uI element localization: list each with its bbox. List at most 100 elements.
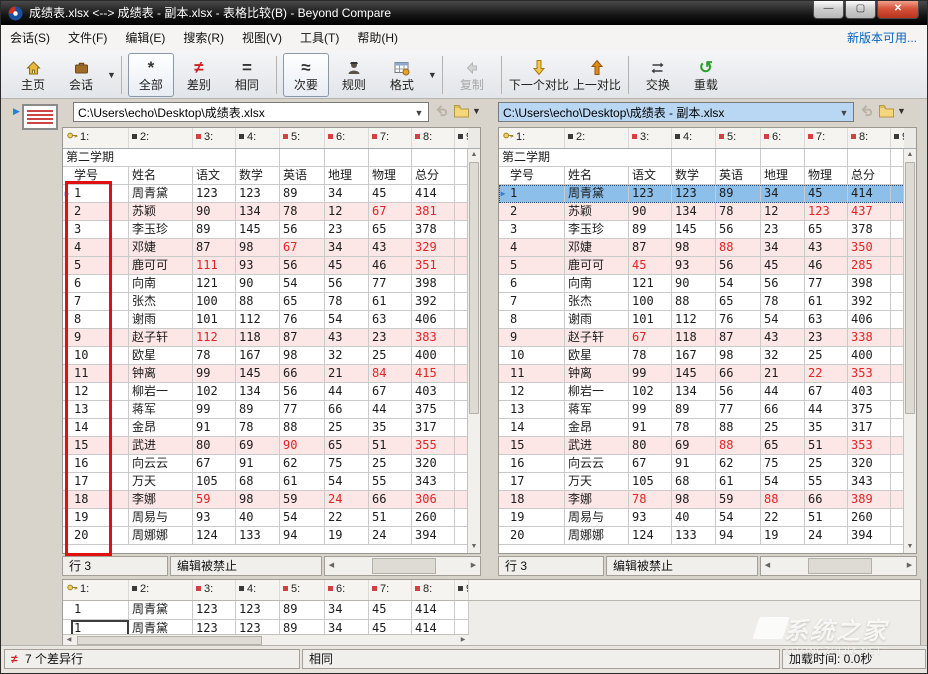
column-header-8[interactable]: 8:: [412, 580, 455, 600]
grid-cell[interactable]: 赵子轩: [565, 329, 629, 347]
scroll-left-icon[interactable]: ◀: [761, 557, 774, 575]
grid-cell[interactable]: 苏颖: [129, 203, 193, 221]
grid-cell[interactable]: 90: [629, 203, 672, 221]
grid-cell[interactable]: 94: [280, 527, 325, 545]
table-row[interactable]: 2苏颖90134781267381: [63, 203, 469, 221]
table-row[interactable]: 12柳岩一102134564467403: [499, 383, 905, 401]
grid-cell[interactable]: 54: [716, 275, 761, 293]
grid-cell[interactable]: 56: [716, 383, 761, 401]
grid-cell[interactable]: 40: [236, 509, 280, 527]
grid-cell[interactable]: 329: [412, 239, 455, 257]
grid-cell[interactable]: 谢雨: [129, 311, 193, 329]
grid-cell[interactable]: 34: [325, 601, 369, 620]
grid-cell[interactable]: 75: [761, 455, 805, 473]
grid-cell[interactable]: 65: [280, 293, 325, 311]
grid-cell[interactable]: 69: [672, 437, 716, 455]
grid-cell[interactable]: 118: [236, 329, 280, 347]
grid-cell[interactable]: 鹿可可: [129, 257, 193, 275]
grid-cell[interactable]: 121: [629, 275, 672, 293]
grid-cell[interactable]: 167: [236, 347, 280, 365]
grid-cell[interactable]: 金昂: [565, 419, 629, 437]
grid-cell[interactable]: 65: [325, 437, 369, 455]
menu-item-5[interactable]: 工具(T): [291, 25, 348, 51]
left-path-combo[interactable]: C:\Users\echo\Desktop\成绩表.xlsx ▼: [73, 102, 429, 122]
grid-cell[interactable]: 61: [369, 293, 412, 311]
grid-cell[interactable]: 78: [716, 203, 761, 221]
scroll-down-icon[interactable]: ▼: [904, 541, 916, 553]
grid-cell[interactable]: 钟离: [129, 365, 193, 383]
grid-cell[interactable]: 赵子轩: [129, 329, 193, 347]
table-row[interactable]: 14金昂9178882535317: [63, 419, 469, 437]
grid-cell[interactable]: 周娜娜: [129, 527, 193, 545]
grid-cell[interactable]: 87: [193, 239, 236, 257]
chevron-down-icon[interactable]: ▼: [107, 70, 116, 80]
grid-cell[interactable]: 56: [716, 221, 761, 239]
grid-cell[interactable]: 400: [848, 347, 891, 365]
toolbar-button-差别[interactable]: ≠差别: [176, 53, 222, 97]
scroll-thumb[interactable]: [77, 636, 262, 645]
grid-cell[interactable]: 392: [848, 293, 891, 311]
grid-cell[interactable]: 23: [761, 221, 805, 239]
table-row[interactable]: 17万天10568615455343: [63, 473, 469, 491]
grid-cell[interactable]: 80: [629, 437, 672, 455]
grid-cell[interactable]: [761, 149, 805, 167]
table-row[interactable]: 13蒋军9989776644375: [63, 401, 469, 419]
table-row[interactable]: 4邓婕8798673443329: [63, 239, 469, 257]
menu-item-1[interactable]: 文件(F): [59, 25, 116, 51]
row-marker[interactable]: [499, 437, 507, 455]
scroll-thumb[interactable]: [372, 558, 436, 574]
grid-cell[interactable]: 21: [325, 365, 369, 383]
grid-cell[interactable]: 77: [369, 275, 412, 293]
grid-cell[interactable]: 133: [236, 527, 280, 545]
grid-cell[interactable]: 柳岩一: [129, 383, 193, 401]
grid-cell[interactable]: 67: [805, 383, 848, 401]
grid-cell[interactable]: 61: [805, 293, 848, 311]
grid-cell[interactable]: 121: [193, 275, 236, 293]
table-row[interactable]: 16向云云6791627525320: [499, 455, 905, 473]
grid-cell[interactable]: 43: [369, 239, 412, 257]
grid-cell[interactable]: 61: [716, 473, 761, 491]
grid-cell[interactable]: 17: [507, 473, 565, 491]
grid-cell[interactable]: 姓名: [129, 167, 193, 185]
grid-cell[interactable]: 260: [412, 509, 455, 527]
row-marker[interactable]: [499, 383, 507, 401]
toolbar-button-全部[interactable]: *全部: [128, 53, 174, 97]
grid-cell[interactable]: [280, 149, 325, 167]
grid-cell[interactable]: 54: [716, 509, 761, 527]
grid-cell[interactable]: 7: [507, 293, 565, 311]
grid-cell[interactable]: 19: [507, 509, 565, 527]
grid-cell[interactable]: 56: [280, 257, 325, 275]
grid-cell[interactable]: 语文: [193, 167, 236, 185]
grid-cell[interactable]: 100: [193, 293, 236, 311]
grid-cell[interactable]: 32: [761, 347, 805, 365]
grid-cell[interactable]: 地理: [325, 167, 369, 185]
grid-cell[interactable]: 406: [848, 311, 891, 329]
grid-cell[interactable]: 65: [716, 293, 761, 311]
grid-cell[interactable]: 67: [629, 329, 672, 347]
grid-cell[interactable]: 第二学期: [63, 149, 236, 167]
grid-cell[interactable]: 134: [672, 203, 716, 221]
row-marker[interactable]: [499, 257, 507, 275]
grid-cell[interactable]: 54: [325, 311, 369, 329]
grid-cell[interactable]: 123: [193, 185, 236, 203]
grid-cell[interactable]: 99: [629, 401, 672, 419]
grid-cell[interactable]: 总分: [412, 167, 455, 185]
table-row[interactable]: 19周易与9340542251260: [63, 509, 469, 527]
grid-cell[interactable]: 78: [629, 491, 672, 509]
row-marker[interactable]: [499, 527, 507, 545]
scroll-right-icon[interactable]: ▶: [467, 557, 480, 575]
grid-cell[interactable]: [672, 149, 716, 167]
grid-cell[interactable]: 134: [236, 383, 280, 401]
grid-cell[interactable]: 91: [629, 419, 672, 437]
grid-cell[interactable]: 67: [369, 203, 412, 221]
column-header-1[interactable]: 1:: [63, 580, 129, 600]
grid-cell[interactable]: 78: [761, 293, 805, 311]
grid-cell[interactable]: 84: [369, 365, 412, 383]
grid-cell[interactable]: 63: [805, 311, 848, 329]
grid-cell[interactable]: 66: [716, 365, 761, 383]
grid-cell[interactable]: 101: [193, 311, 236, 329]
row-marker[interactable]: [499, 509, 507, 527]
grid-cell[interactable]: 数学: [236, 167, 280, 185]
grid-cell[interactable]: 35: [805, 419, 848, 437]
grid-cell[interactable]: 415: [412, 365, 455, 383]
